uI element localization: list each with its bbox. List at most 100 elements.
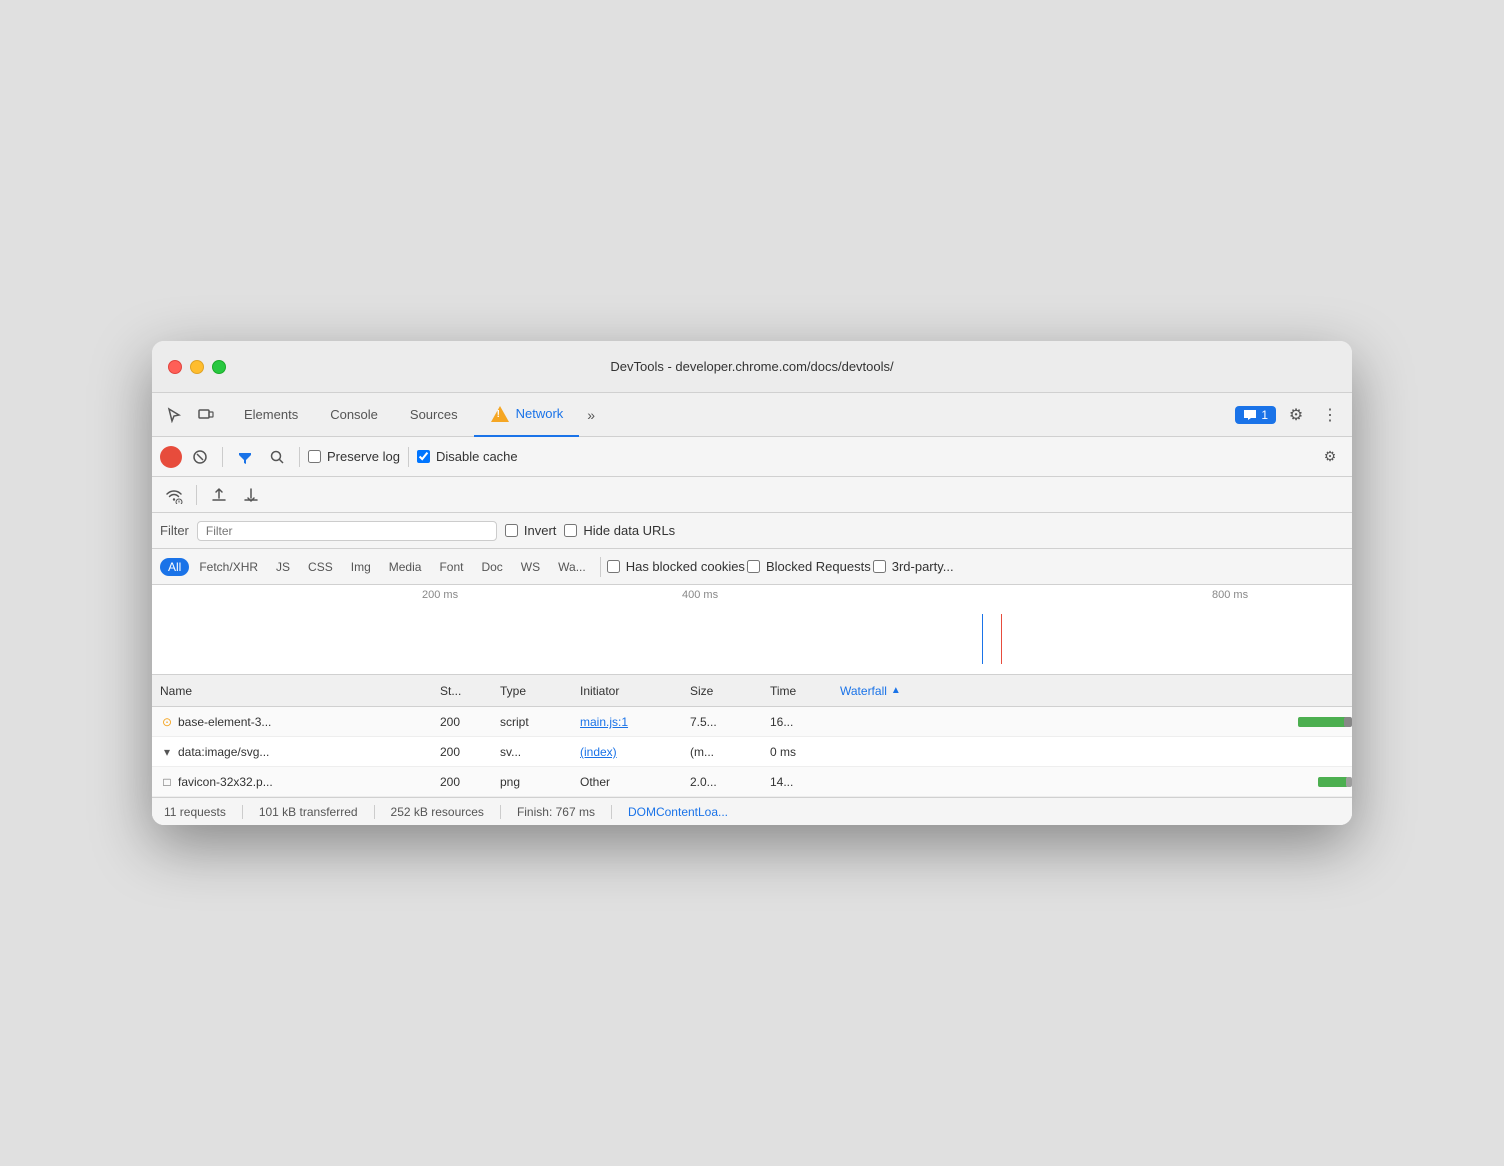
divider1 xyxy=(222,447,223,467)
type-btn-all[interactable]: All xyxy=(160,558,189,576)
td-name-3: □ favicon-32x32.p... xyxy=(152,775,432,789)
blocked-requests-checkbox[interactable]: Blocked Requests xyxy=(747,559,871,574)
td-type-3: png xyxy=(492,775,572,789)
td-initiator-3: Other xyxy=(572,775,682,789)
tab-sources[interactable]: Sources xyxy=(394,393,474,437)
resources-size: 252 kB resources xyxy=(391,805,484,819)
type-btn-img[interactable]: Img xyxy=(343,558,379,576)
preserve-log-checkbox[interactable]: Preserve log xyxy=(308,449,400,464)
more-options-icon[interactable]: ⋮ xyxy=(1316,401,1344,429)
filter-input[interactable] xyxy=(197,521,497,541)
status-divider2 xyxy=(374,805,375,819)
th-status[interactable]: St... xyxy=(432,684,492,698)
table-row[interactable]: □ favicon-32x32.p... 200 png Other 2.0..… xyxy=(152,767,1352,797)
transferred-size: 101 kB transferred xyxy=(259,805,358,819)
toolbar-row1: Preserve log Disable cache ⚙ xyxy=(152,437,1352,477)
th-name[interactable]: Name xyxy=(152,684,432,698)
td-status-3: 200 xyxy=(432,775,492,789)
minimize-button[interactable] xyxy=(190,360,204,374)
blocked-cookies-checkbox[interactable]: Has blocked cookies xyxy=(607,559,745,574)
tab-bar-right: 1 ⚙ ⋮ xyxy=(1235,401,1344,429)
tab-console[interactable]: Console xyxy=(314,393,394,437)
type-btn-ws[interactable]: WS xyxy=(513,558,548,576)
th-initiator[interactable]: Initiator xyxy=(572,684,682,698)
status-divider3 xyxy=(500,805,501,819)
window-title: DevTools - developer.chrome.com/docs/dev… xyxy=(610,359,893,374)
td-waterfall-2 xyxy=(832,737,1352,767)
load-line xyxy=(1001,614,1002,664)
settings-icon[interactable]: ⚙ xyxy=(1282,401,1310,429)
td-initiator-1[interactable]: main.js:1 xyxy=(572,715,682,729)
th-waterfall[interactable]: Waterfall ▲ xyxy=(832,684,1352,698)
download-icon[interactable] xyxy=(237,481,265,509)
td-size-2: (m... xyxy=(682,745,762,759)
th-type[interactable]: Type xyxy=(492,684,572,698)
png-file-icon: □ xyxy=(160,775,174,789)
table-row[interactable]: ⊙ base-element-3... 200 script main.js:1… xyxy=(152,707,1352,737)
network-table: Name St... Type Initiator Size Time Wate… xyxy=(152,675,1352,797)
upload-icon[interactable] xyxy=(205,481,233,509)
table-header: Name St... Type Initiator Size Time Wate… xyxy=(152,675,1352,707)
td-initiator-2[interactable]: (index) xyxy=(572,745,682,759)
dom-content-loaded[interactable]: DOMContentLoa... xyxy=(628,805,728,819)
type-divider xyxy=(600,557,601,577)
tab-network[interactable]: Network xyxy=(474,393,580,437)
filter-label: Filter xyxy=(160,523,189,538)
td-name-1: ⊙ base-element-3... xyxy=(152,715,432,729)
finish-time: Finish: 767 ms xyxy=(517,805,595,819)
hide-data-urls-checkbox[interactable]: Hide data URLs xyxy=(564,523,675,538)
requests-count: 11 requests xyxy=(164,805,226,819)
tab-elements[interactable]: Elements xyxy=(228,393,314,437)
third-party-checkbox[interactable]: 3rd-party... xyxy=(873,559,954,574)
table-row[interactable]: ▾ data:image/svg... 200 sv... (index) (m… xyxy=(152,737,1352,767)
type-btn-wa[interactable]: Wa... xyxy=(550,558,594,576)
th-time[interactable]: Time xyxy=(762,684,832,698)
toolbar-row2 xyxy=(152,477,1352,513)
record-button[interactable] xyxy=(160,446,182,468)
disable-cache-checkbox[interactable]: Disable cache xyxy=(417,449,518,464)
td-type-2: sv... xyxy=(492,745,572,759)
td-time-3: 14... xyxy=(762,775,832,789)
td-name-2: ▾ data:image/svg... xyxy=(152,745,432,759)
type-btn-css[interactable]: CSS xyxy=(300,558,341,576)
td-size-3: 2.0... xyxy=(682,775,762,789)
type-btn-media[interactable]: Media xyxy=(381,558,430,576)
status-bar: 11 requests 101 kB transferred 252 kB re… xyxy=(152,797,1352,825)
tab-more[interactable]: » xyxy=(579,393,603,437)
svg-file-icon: ▾ xyxy=(160,745,174,759)
device-toggle-icon[interactable] xyxy=(192,401,220,429)
type-btn-doc[interactable]: Doc xyxy=(473,558,510,576)
cursor-icon[interactable] xyxy=(160,401,188,429)
td-time-1: 16... xyxy=(762,715,832,729)
td-status-2: 200 xyxy=(432,745,492,759)
th-size[interactable]: Size xyxy=(682,684,762,698)
invert-checkbox[interactable]: Invert xyxy=(505,523,557,538)
dom-content-loaded-line xyxy=(982,614,983,664)
chat-badge[interactable]: 1 xyxy=(1235,406,1276,424)
td-waterfall-3 xyxy=(832,767,1352,797)
close-button[interactable] xyxy=(168,360,182,374)
timeline-mark-400: 400 ms xyxy=(682,589,718,601)
filter-icon[interactable] xyxy=(231,443,259,471)
search-icon[interactable] xyxy=(263,443,291,471)
status-divider1 xyxy=(242,805,243,819)
network-settings-icon[interactable]: ⚙ xyxy=(1316,443,1344,471)
stop-icon[interactable] xyxy=(186,443,214,471)
timeline-mark-800: 800 ms xyxy=(1212,589,1248,601)
wifi-settings-icon[interactable] xyxy=(160,481,188,509)
titlebar: DevTools - developer.chrome.com/docs/dev… xyxy=(152,341,1352,393)
warning-icon xyxy=(490,404,510,424)
type-btn-font[interactable]: Font xyxy=(431,558,471,576)
divider3 xyxy=(408,447,409,467)
tab-bar-icons xyxy=(160,401,220,429)
devtools-panel: Elements Console Sources Network » xyxy=(152,393,1352,825)
traffic-lights xyxy=(168,360,226,374)
td-time-2: 0 ms xyxy=(762,745,832,759)
divider2 xyxy=(299,447,300,467)
type-btn-xhr[interactable]: Fetch/XHR xyxy=(191,558,266,576)
maximize-button[interactable] xyxy=(212,360,226,374)
type-btn-js[interactable]: JS xyxy=(268,558,298,576)
td-size-1: 7.5... xyxy=(682,715,762,729)
divider4 xyxy=(196,485,197,505)
td-status-1: 200 xyxy=(432,715,492,729)
